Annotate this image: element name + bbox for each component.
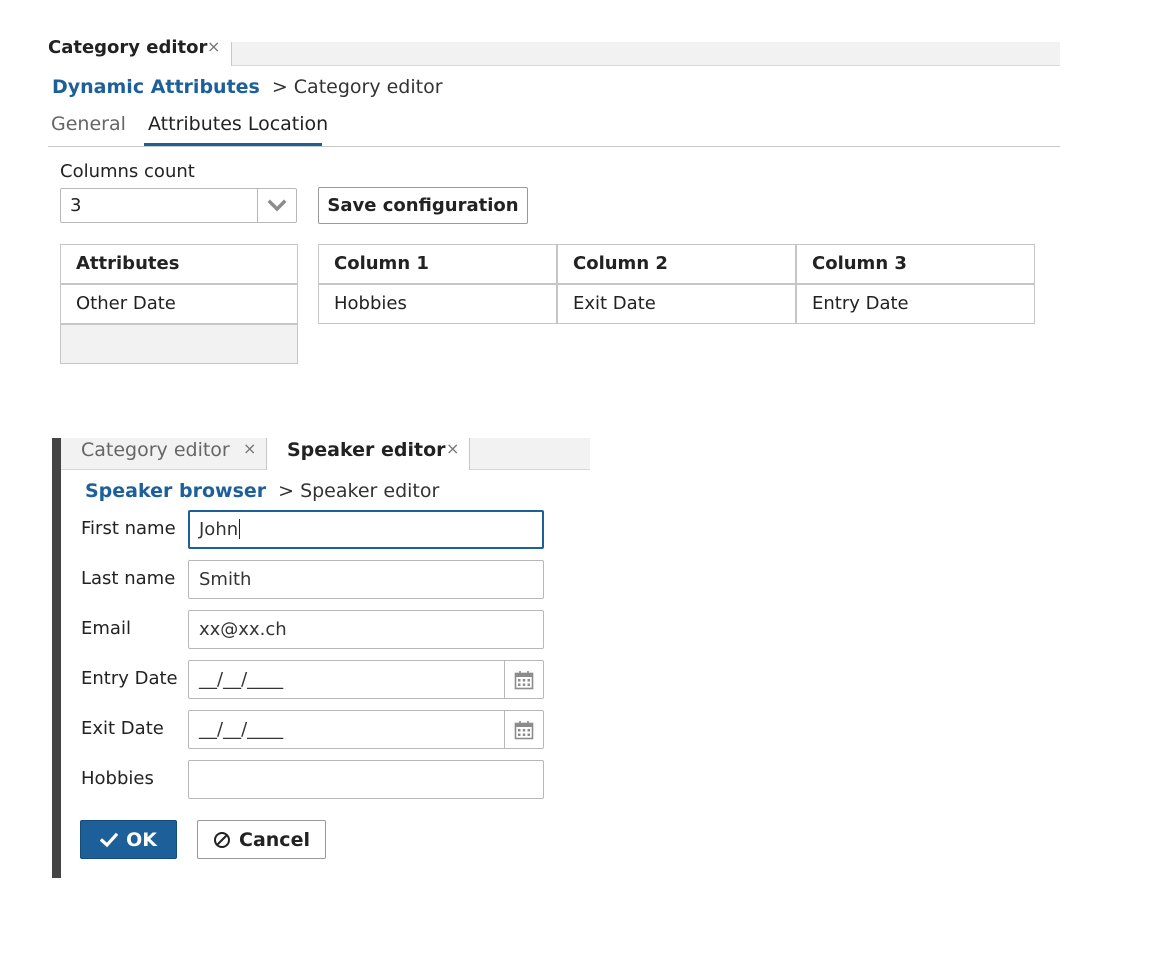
category-tab-bar: Category editor ×: [0, 37, 1060, 66]
first-name-label: First name: [81, 518, 176, 539]
exit-date-label: Exit Date: [81, 718, 164, 739]
breadcrumb: Speaker browser > Speaker editor: [85, 480, 439, 502]
exit-date-mask: __/__/____: [199, 719, 284, 740]
column-1-item-hobbies[interactable]: Hobbies: [318, 284, 557, 324]
email-value: xx@xx.ch: [199, 619, 287, 640]
entry-date-field[interactable]: __/__/____: [188, 660, 544, 699]
tab-strip-empty: [470, 438, 590, 470]
first-name-field[interactable]: John: [188, 510, 544, 549]
last-name-field[interactable]: Smith: [188, 560, 544, 599]
cancel-circle-icon: [214, 831, 231, 848]
column-3-header: Column 3: [796, 244, 1035, 284]
hobbies-label: Hobbies: [81, 768, 154, 789]
cancel-label: Cancel: [239, 828, 310, 851]
window-left-border: [52, 438, 61, 878]
breadcrumb-current: Category editor: [293, 76, 443, 98]
column-2-header: Column 2: [557, 244, 796, 284]
columns-count-label: Columns count: [60, 161, 195, 182]
last-name-label: Last name: [81, 568, 176, 589]
tab-category-editor[interactable]: Category editor: [81, 439, 230, 461]
columns-count-value: 3: [70, 195, 82, 216]
editor-tabs: General Attributes Location: [48, 110, 1060, 147]
first-name-value: John: [199, 519, 239, 540]
hobbies-field[interactable]: [188, 760, 544, 799]
tab-close-icon[interactable]: ×: [446, 439, 459, 458]
cancel-button[interactable]: Cancel: [197, 820, 326, 859]
attributes-header: Attributes: [60, 244, 298, 284]
breadcrumb-link-dynamic-attributes[interactable]: Dynamic Attributes: [52, 76, 260, 98]
email-field[interactable]: xx@xx.ch: [188, 610, 544, 649]
email-label: Email: [81, 618, 131, 639]
tab-general[interactable]: General: [51, 113, 126, 135]
tab-close-icon[interactable]: ×: [207, 37, 220, 56]
column-2-item-exit-date[interactable]: Exit Date: [557, 284, 796, 324]
select-divider: [257, 189, 258, 222]
breadcrumb-separator: >: [271, 76, 288, 98]
tab-category-editor[interactable]: Category editor: [48, 37, 207, 58]
breadcrumb-separator: >: [278, 480, 295, 502]
columns-count-select[interactable]: 3: [60, 188, 297, 223]
speaker-tab-bar: Category editor × Speaker editor ×: [61, 438, 590, 470]
entry-date-label: Entry Date: [81, 668, 178, 689]
column-1-header: Column 1: [318, 244, 557, 284]
exit-date-field[interactable]: __/__/____: [188, 710, 544, 749]
breadcrumb: Dynamic Attributes > Category editor: [52, 76, 443, 98]
entry-date-mask: __/__/____: [199, 669, 284, 690]
tab-divider: [266, 438, 267, 470]
column-3-item-entry-date[interactable]: Entry Date: [796, 284, 1035, 324]
chevron-down-icon[interactable]: [267, 197, 287, 215]
attribute-item-other-date[interactable]: Other Date: [60, 284, 298, 324]
attributes-drop-zone[interactable]: [60, 324, 298, 364]
tab-attributes-location[interactable]: Attributes Location: [148, 113, 328, 135]
calendar-icon[interactable]: [504, 661, 543, 698]
ok-button[interactable]: OK: [80, 820, 177, 859]
last-name-value: Smith: [199, 569, 252, 590]
checkmark-icon: [100, 832, 119, 847]
tab-speaker-editor[interactable]: Speaker editor: [287, 439, 446, 461]
tab-strip-empty: [232, 42, 1060, 66]
active-tab-indicator: [144, 143, 322, 146]
save-configuration-button[interactable]: Save configuration: [318, 187, 528, 224]
tab-close-icon[interactable]: ×: [243, 439, 256, 458]
breadcrumb-current: Speaker editor: [300, 480, 440, 502]
breadcrumb-link-speaker-browser[interactable]: Speaker browser: [85, 480, 266, 502]
calendar-icon[interactable]: [504, 711, 543, 748]
ok-label: OK: [126, 828, 157, 851]
text-caret: [239, 519, 241, 539]
